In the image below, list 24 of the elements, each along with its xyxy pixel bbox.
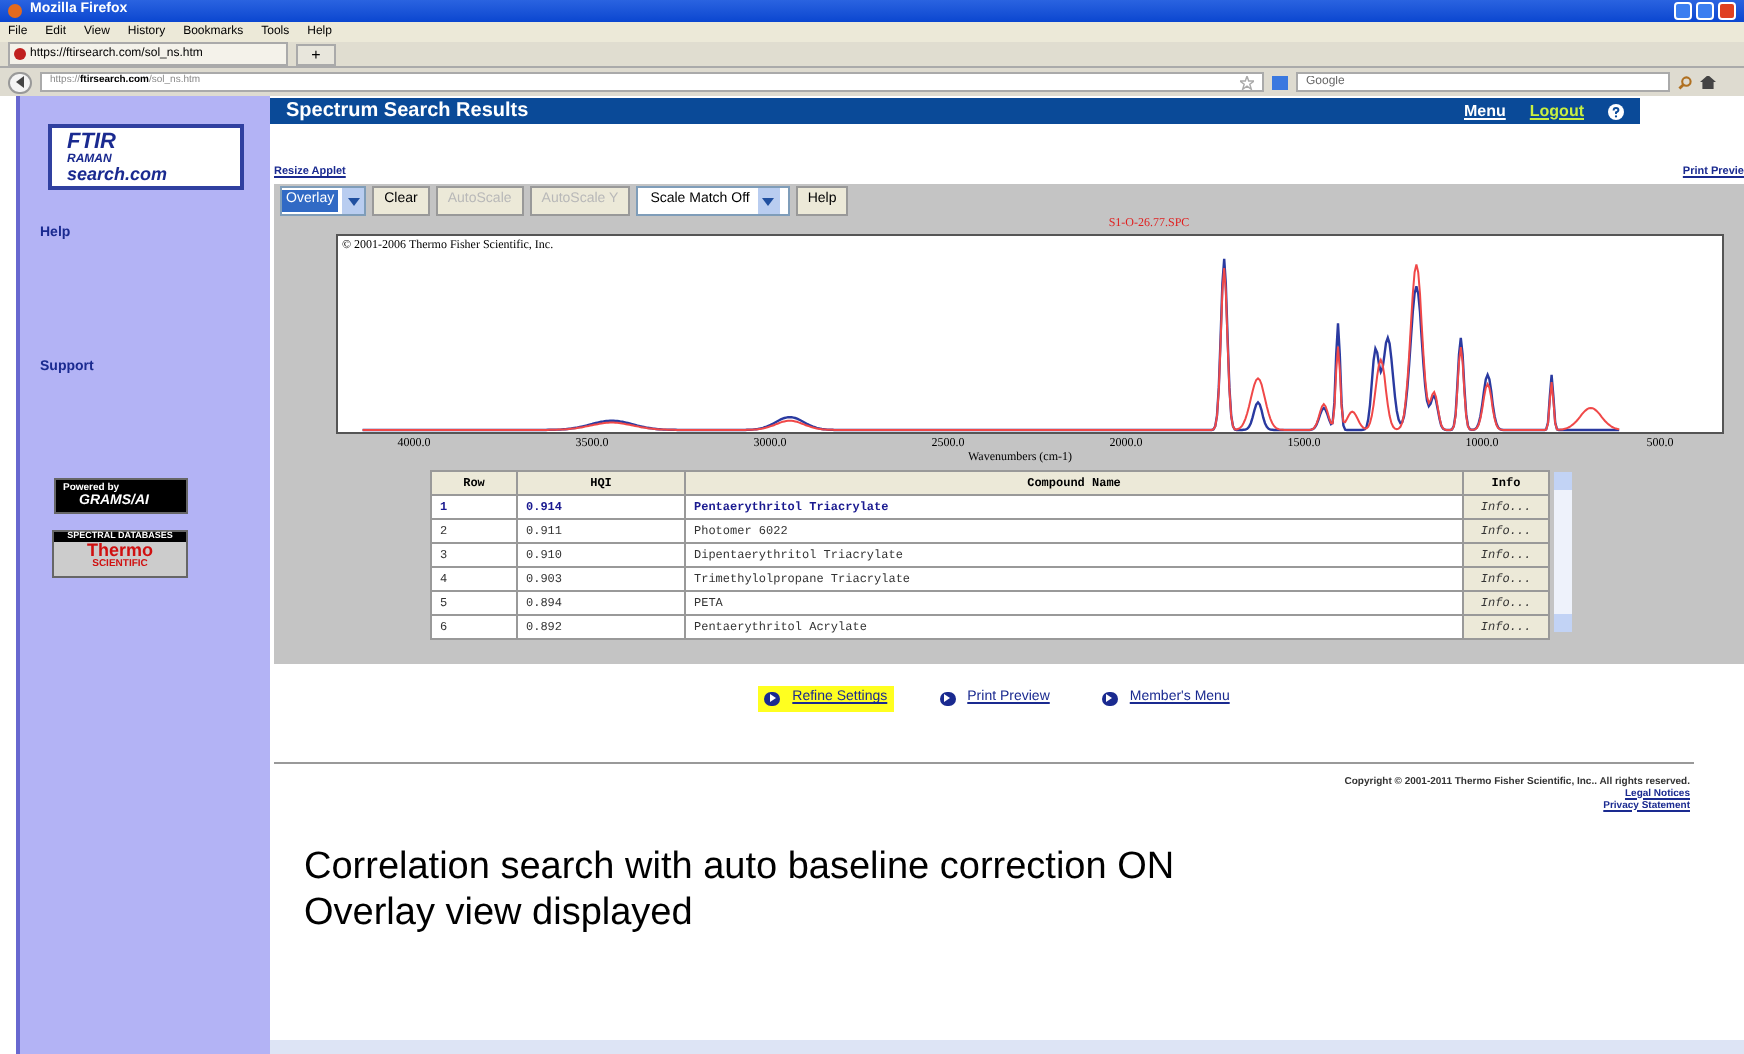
close-button[interactable]: [1718, 2, 1736, 20]
minimize-button[interactable]: [1674, 2, 1692, 20]
scrollbar[interactable]: [1554, 472, 1572, 632]
play-icon: [764, 691, 781, 706]
search-icon[interactable]: [1678, 75, 1692, 89]
caret-icon: [342, 188, 365, 214]
search-engine-icon[interactable]: [1272, 75, 1288, 89]
play-icon: [1101, 691, 1118, 706]
new-tab-button[interactable]: +: [296, 44, 336, 66]
header-link[interactable]: Logout: [1529, 99, 1584, 123]
help-icon[interactable]: [1608, 103, 1624, 119]
browser-icon: [8, 4, 22, 18]
caret-icon: [757, 188, 780, 214]
horizontal-scrollbar[interactable]: [270, 1040, 1744, 1054]
home-icon[interactable]: [1700, 75, 1716, 89]
star-icon[interactable]: [1240, 75, 1254, 89]
caption-text: Correlation search with auto baseline correction ON: [304, 843, 1177, 889]
back-button[interactable]: [8, 71, 32, 93]
caption-text: Overlay view displayed: [304, 889, 695, 935]
restore-button[interactable]: [1696, 2, 1714, 20]
play-icon: [939, 691, 956, 706]
site-icon: [14, 48, 26, 60]
header-link[interactable]: Menu: [1464, 99, 1506, 123]
page-title: Spectrum Search Results: [286, 98, 529, 126]
